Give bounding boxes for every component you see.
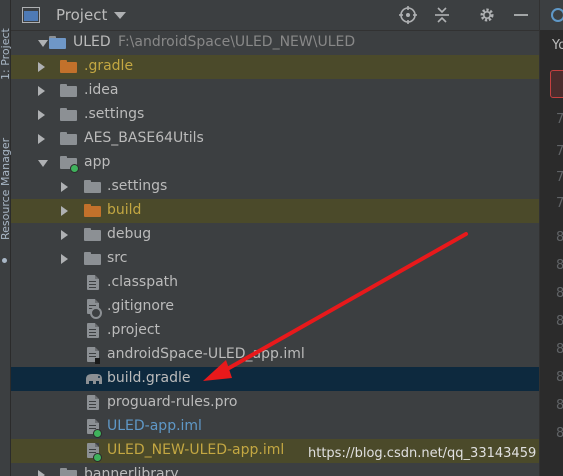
watermark: https://blog.csdn.net/qq_33143459 bbox=[308, 446, 537, 461]
annotation-arrow bbox=[203, 232, 468, 381]
